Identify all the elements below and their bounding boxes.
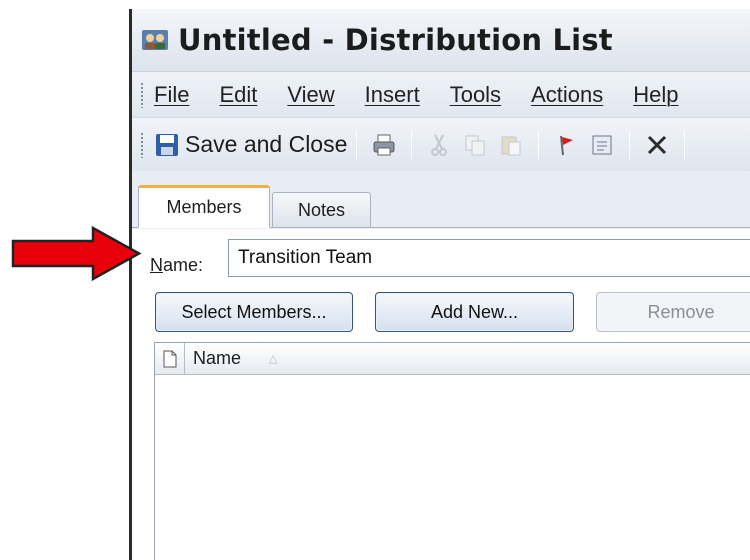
remove-button[interactable]: Remove xyxy=(596,292,750,332)
name-input[interactable] xyxy=(228,239,750,277)
add-new-button[interactable]: Add New... xyxy=(375,292,574,332)
list-header: Name △ xyxy=(155,343,750,375)
menu-edit[interactable]: Edit xyxy=(219,82,257,108)
toolbar-separator xyxy=(629,130,631,159)
sort-ascending-icon: △ xyxy=(269,353,278,365)
menu-actions[interactable]: Actions xyxy=(531,82,603,108)
members-list[interactable]: Name △ xyxy=(154,342,750,560)
copy-icon[interactable] xyxy=(462,132,488,158)
print-icon[interactable] xyxy=(371,132,397,158)
cut-icon[interactable] xyxy=(426,132,452,158)
toolbar-grip[interactable] xyxy=(140,131,144,158)
address-book-icon[interactable] xyxy=(589,132,615,158)
select-members-button[interactable]: Select Members... xyxy=(155,292,353,332)
menu-insert[interactable]: Insert xyxy=(365,82,420,108)
flag-icon[interactable] xyxy=(553,132,579,158)
distribution-list-icon xyxy=(142,30,168,50)
red-arrow-icon xyxy=(11,226,142,281)
tab-notes[interactable]: Notes xyxy=(272,192,371,228)
save-and-close-label: Save and Close xyxy=(185,131,348,157)
name-label-rest: ame: xyxy=(163,255,204,275)
toolbar-separator xyxy=(538,130,540,159)
name-label-mnemonic: N xyxy=(150,255,163,275)
delete-icon[interactable] xyxy=(644,132,670,158)
members-panel: Name: Select Members... Add New... Remov… xyxy=(132,229,750,560)
menu-view[interactable]: View xyxy=(287,82,334,108)
menu-bar: File Edit View Insert Tools Actions Help xyxy=(132,71,750,117)
toolbar-separator xyxy=(411,130,413,159)
toolbar-separator xyxy=(684,130,686,159)
toolbar-separator xyxy=(356,130,358,159)
name-column-header[interactable]: Name xyxy=(185,348,241,369)
icon-column-header[interactable] xyxy=(155,343,185,374)
menu-file[interactable]: File xyxy=(154,82,189,108)
menu-tools[interactable]: Tools xyxy=(450,82,501,108)
window-title: Untitled - Distribution List xyxy=(178,23,613,57)
save-and-close-button[interactable]: Save and Close xyxy=(154,131,347,158)
title-bar: Untitled - Distribution List xyxy=(132,9,750,71)
save-icon xyxy=(156,133,178,156)
name-label: Name: xyxy=(150,255,203,276)
paste-icon[interactable] xyxy=(498,132,524,158)
tab-strip: Members Notes xyxy=(132,180,750,228)
document-icon xyxy=(163,350,176,367)
toolbar: Save and Close xyxy=(132,117,750,171)
tab-members[interactable]: Members xyxy=(138,185,270,228)
menu-help[interactable]: Help xyxy=(633,82,678,108)
distribution-list-window: Untitled - Distribution List File Edit V… xyxy=(129,9,750,560)
menu-grip[interactable] xyxy=(140,81,144,108)
